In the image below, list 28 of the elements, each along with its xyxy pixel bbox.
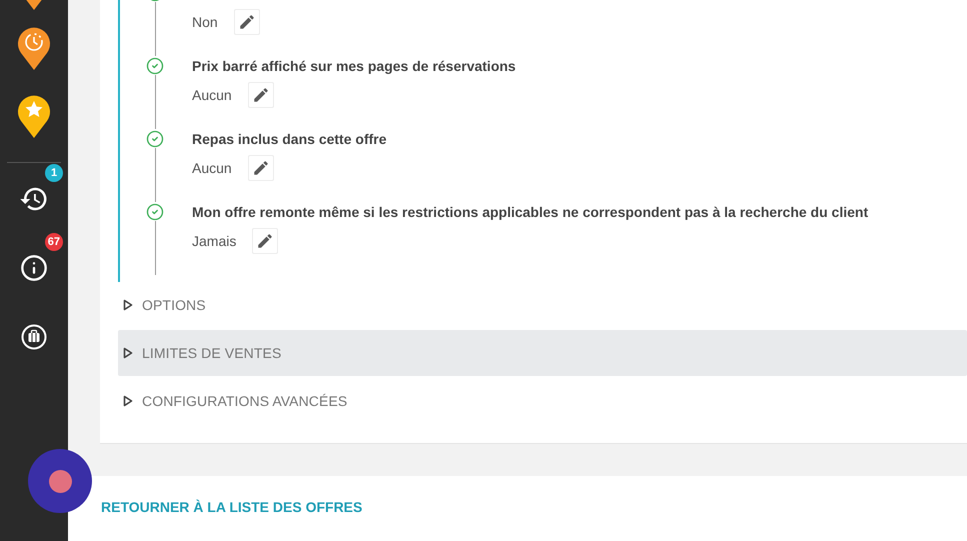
pencil-icon <box>252 159 270 177</box>
setting-title: Prix barré affiché sur mes pages de réservations <box>192 57 516 76</box>
pencil-icon <box>252 86 270 104</box>
count-badge: 1 <box>45 164 63 182</box>
setting-value: Non <box>192 14 218 30</box>
expand-triangle-icon <box>123 299 133 311</box>
clock-pin-icon[interactable] <box>17 26 51 70</box>
back-to-offers-link[interactable]: RETOURNER À LA LISTE DES OFFRES <box>101 498 362 514</box>
setting-value: Jamais <box>192 233 236 249</box>
edit-button[interactable] <box>248 155 274 181</box>
edit-button[interactable] <box>252 228 278 254</box>
expand-triangle-icon <box>123 395 133 407</box>
edit-button[interactable] <box>248 82 274 108</box>
setting-value: Aucun <box>192 87 232 103</box>
star-pin-icon[interactable] <box>17 94 51 138</box>
expand-triangle-icon <box>123 347 133 359</box>
count-badge: 67 <box>44 233 63 251</box>
setting-title: Mon offre remonte même si les restrictions applicables ne correspondent pas à la recherche du client <box>192 203 868 222</box>
pencil-icon <box>238 13 256 31</box>
pencil-icon <box>256 232 274 250</box>
setting-value: Aucun <box>192 160 232 176</box>
suitcase-icon <box>21 324 47 350</box>
section-header[interactable]: OPTIONS <box>118 282 967 328</box>
edit-button[interactable] <box>234 9 260 35</box>
section-header[interactable]: LIMITES DE VENTES <box>118 330 967 376</box>
info-icon <box>20 254 48 282</box>
setting-title: Repas inclus dans cette offre <box>192 130 387 149</box>
section-header[interactable]: CONFIGURATIONS AVANCÉES <box>118 378 967 424</box>
